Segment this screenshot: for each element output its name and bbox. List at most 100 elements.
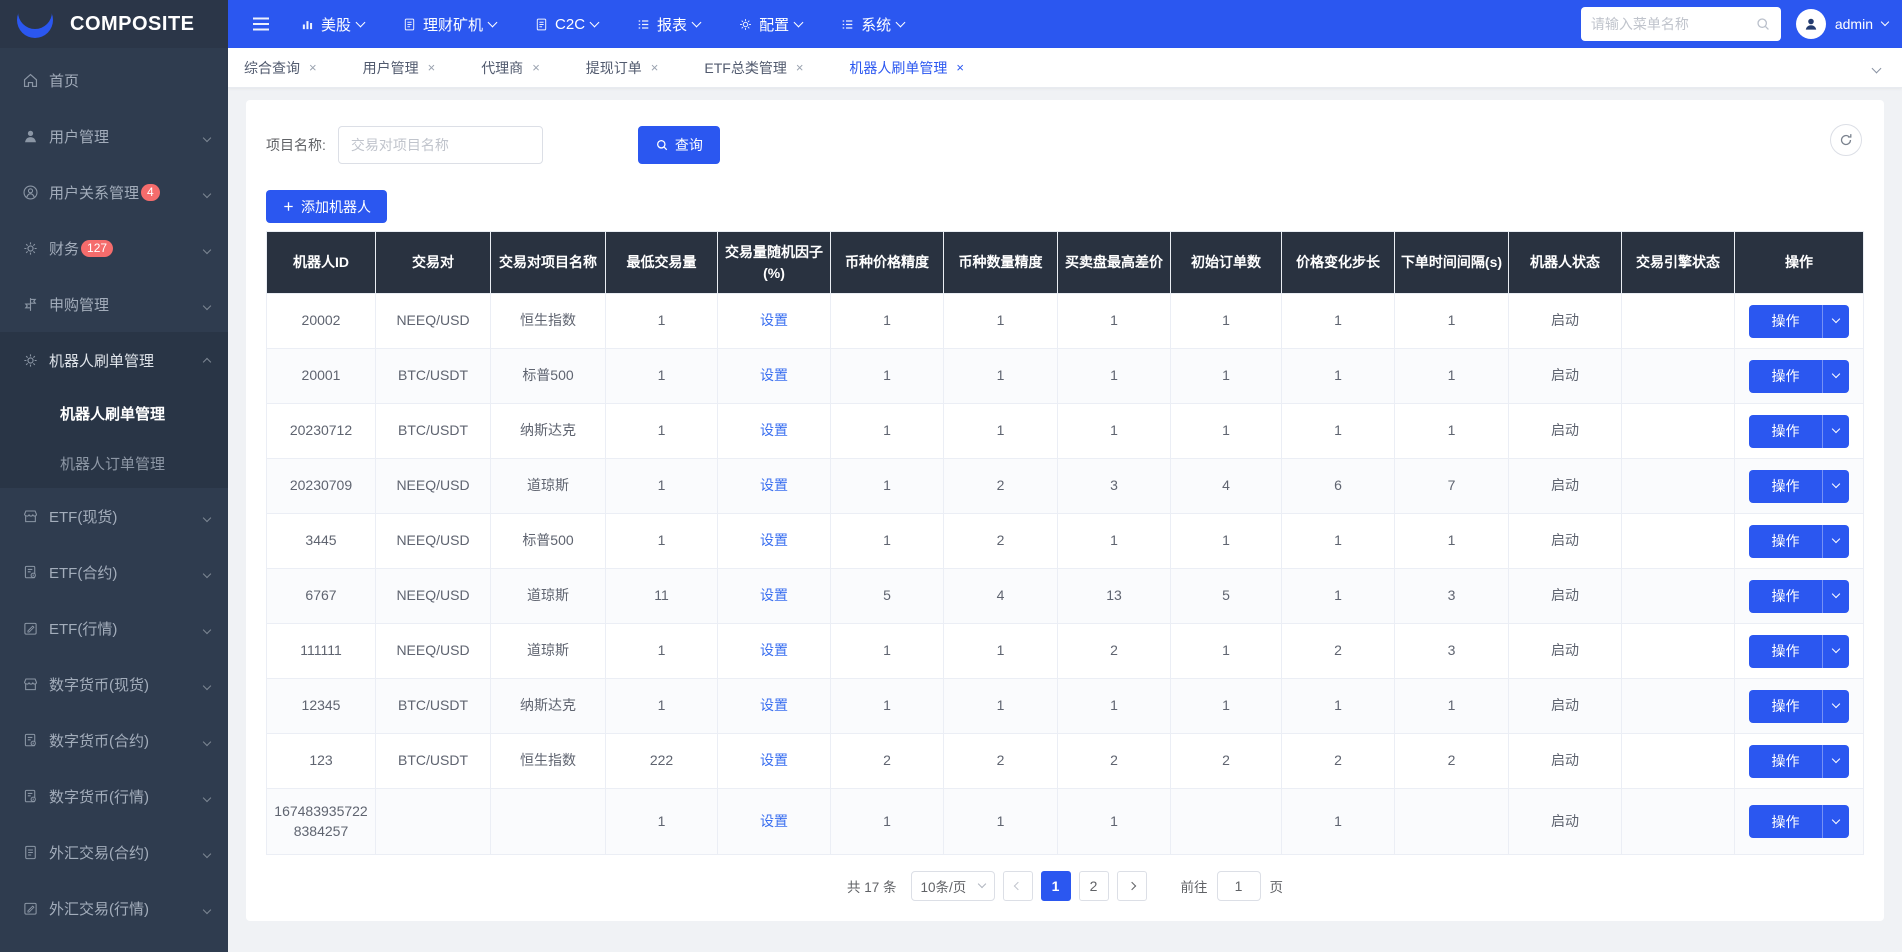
set-link[interactable]: 设置 [760,587,788,603]
action-dropdown-button[interactable]: 操作 [1749,524,1849,558]
tab-close-icon[interactable]: × [651,61,659,74]
cell-id: 20230712 [266,403,376,459]
next-page-button[interactable] [1116,871,1147,901]
list-icon [636,17,651,32]
set-link[interactable]: 设置 [760,312,788,328]
chevron-down-icon [355,17,366,27]
gear-icon [738,17,753,32]
page-button-2[interactable]: 2 [1078,871,1109,901]
action-dropdown-button[interactable]: 操作 [1749,689,1849,723]
sidebar-item-6[interactable]: ETF(现货) [0,488,228,544]
tab-close-icon[interactable]: × [796,61,804,74]
set-link[interactable]: 设置 [760,752,788,768]
tab-3[interactable]: 提现订单 × [586,58,659,78]
set-link[interactable]: 设置 [760,642,788,658]
sidebar-item-8[interactable]: ETF(行情) [0,600,228,656]
sidebar-item-4[interactable]: 申购管理 [0,276,228,332]
topnav-item-label: 美股 [321,16,352,34]
tab-close-icon[interactable]: × [428,61,436,74]
topnav-item-0[interactable]: 美股 [300,14,366,35]
cell-price-precision: 1 [830,513,944,569]
filter-row: 项目名称: 查询 [266,126,1864,164]
cell-min-volume: 1 [605,513,718,569]
chevron-down-icon [202,732,212,749]
tab-close-icon[interactable]: × [956,61,964,74]
tab-close-icon[interactable]: × [532,61,540,74]
sidebar-subitem-5-1[interactable]: 机器人订单管理 [0,438,228,488]
set-link[interactable]: 设置 [760,477,788,493]
sidebar-subitem-5-0[interactable]: 机器人刷单管理 [0,388,228,438]
topnav-item-label: 理财矿机 [423,16,484,34]
sidebar-item-1[interactable]: 用户管理 [0,108,228,164]
sidebar-item-3[interactable]: 财务 127 [0,220,228,276]
shop-icon [22,676,40,693]
cell-random-factor: 设置 [717,788,831,855]
tabs-dropdown-button[interactable] [1863,53,1890,83]
cell-pair: BTC/USDT [375,348,491,404]
topnav-item-4[interactable]: 配置 [738,14,804,35]
tab-close-icon[interactable]: × [309,61,317,74]
tab-0[interactable]: 综合查询 × [244,58,317,78]
goto-page-input[interactable] [1216,871,1261,901]
cell-robot-status: 启动 [1508,788,1622,855]
action-dropdown-button[interactable]: 操作 [1749,634,1849,668]
cell-init-orders: 1 [1170,678,1282,734]
sidebar-item-7[interactable]: ETF(合约) [0,544,228,600]
set-link[interactable]: 设置 [760,532,788,548]
sidebar-item-9[interactable]: 数字货币(现货) [0,656,228,712]
action-dropdown-button[interactable]: 操作 [1749,414,1849,448]
prev-page-button[interactable] [1002,871,1033,901]
set-link[interactable]: 设置 [760,813,788,829]
topnav-item-3[interactable]: 报表 [636,14,702,35]
add-robot-button[interactable]: 添加机器人 [266,190,387,223]
tab-2[interactable]: 代理商 × [481,58,540,78]
query-button[interactable]: 查询 [637,126,720,164]
topnav-item-1[interactable]: 理财矿机 [402,14,498,35]
action-dropdown-button[interactable]: 操作 [1749,359,1849,393]
action-button-label: 操作 [1771,478,1800,494]
action-dropdown-button[interactable]: 操作 [1749,744,1849,778]
tab-1[interactable]: 用户管理 × [363,58,436,78]
cell-init-orders: 2 [1170,733,1282,789]
cell-max-spread: 2 [1057,733,1171,789]
set-link[interactable]: 设置 [760,697,788,713]
robot-management-card: 项目名称: 查询 添加机器人 机器人ID交易对交易对项目名称最低交易量交 [246,100,1884,921]
sidebar-item-2[interactable]: 用户关系管理 4 [0,164,228,220]
list-icon [840,17,855,32]
refresh-button[interactable] [1830,124,1862,156]
action-dropdown-button[interactable]: 操作 [1749,304,1849,338]
project-name-input[interactable] [337,126,543,164]
sidebar-item-0[interactable]: 首页 [0,52,228,108]
cell-max-spread: 1 [1057,293,1171,349]
sidebar-item-12[interactable]: 外汇交易(合约) [0,824,228,880]
search-icon[interactable] [1755,16,1771,32]
page-size-select[interactable]: 10条/页 [910,871,995,901]
menu-search-input[interactable] [1590,16,1755,32]
sidebar-item-5[interactable]: 机器人刷单管理 [0,332,228,388]
sidebar-item-label: 用户管理 [49,128,110,146]
action-dropdown-button[interactable]: 操作 [1749,805,1849,838]
cell-min-volume: 1 [605,293,718,349]
sidebar-item-13[interactable]: 外汇交易(行情) [0,880,228,936]
sidebar-item-10[interactable]: 数字货币(合约) [0,712,228,768]
tab-4[interactable]: ETF总类管理 × [704,58,803,78]
cell-init-orders: 1 [1170,293,1282,349]
action-dropdown-button[interactable]: 操作 [1749,579,1849,613]
tab-5[interactable]: 机器人刷单管理 × [849,58,964,78]
goto-label: 前往 [1180,880,1208,895]
sidebar-subitem-label: 机器人刷单管理 [60,405,166,423]
sidebar-item-label: 外汇交易(合约) [49,844,149,862]
action-button-label: 操作 [1771,423,1800,439]
set-link[interactable]: 设置 [760,367,788,383]
topnav-item-5[interactable]: 系统 [840,14,906,35]
action-dropdown-button[interactable]: 操作 [1749,469,1849,503]
topnav-item-2[interactable]: C2C [534,16,600,33]
user-menu[interactable]: admin [1795,9,1890,39]
page-button-1[interactable]: 1 [1040,871,1071,901]
set-link[interactable]: 设置 [760,422,788,438]
cell-min-volume: 1 [605,458,718,514]
chevron-down-icon [202,788,212,805]
chevron-down-icon [1823,479,1849,489]
sidebar-item-11[interactable]: 数字货币(行情) [0,768,228,824]
hamburger-menu-icon[interactable] [252,16,270,32]
